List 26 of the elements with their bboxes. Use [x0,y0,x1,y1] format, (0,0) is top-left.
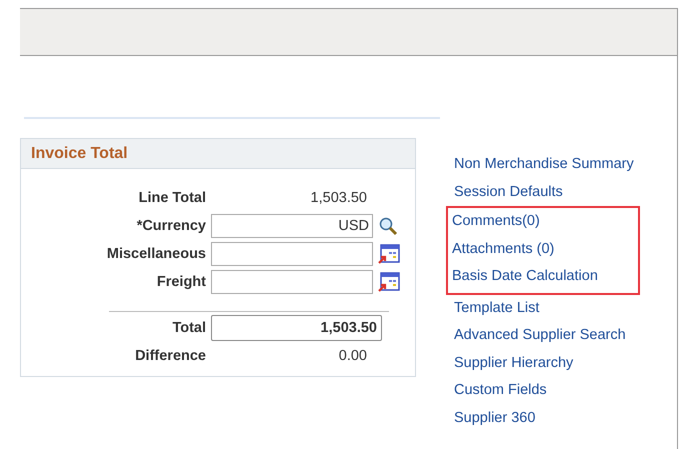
field-label: Difference [134,348,206,364]
link[interactable]: Supplier 360 [448,404,640,432]
link[interactable]: Attachments (0) [448,236,638,263]
link[interactable]: Template List [448,294,640,322]
calculator-icon[interactable] [378,244,400,264]
link[interactable]: Comments(0) [448,208,638,236]
amount-text: 1,503.50 [310,190,368,206]
link[interactable]: Session Defaults [448,178,640,206]
total-field[interactable]: 1,503.50 [211,315,382,341]
amount-text: 0.00 [338,348,368,364]
field-label: Freight [156,274,206,290]
calculator-icon[interactable] [378,272,400,292]
input-field[interactable] [211,242,373,266]
link[interactable]: Non Merchandise Summary [448,151,640,178]
input-field[interactable]: USD [211,214,373,238]
link[interactable]: Basis Date Calculation [448,263,638,290]
search-icon[interactable] [378,216,398,236]
panel-title: Invoice Total [31,144,128,162]
input-field[interactable] [211,270,373,294]
field-label: Miscellaneous [106,246,206,262]
field-label: *Currency [136,218,206,234]
link[interactable]: Supplier Hierarchy [448,350,640,377]
field-label: Total [171,320,206,336]
link[interactable]: Custom Fields [448,377,640,404]
field-label: Line Total [138,190,206,206]
link[interactable]: Advanced Supplier Search [448,322,640,350]
